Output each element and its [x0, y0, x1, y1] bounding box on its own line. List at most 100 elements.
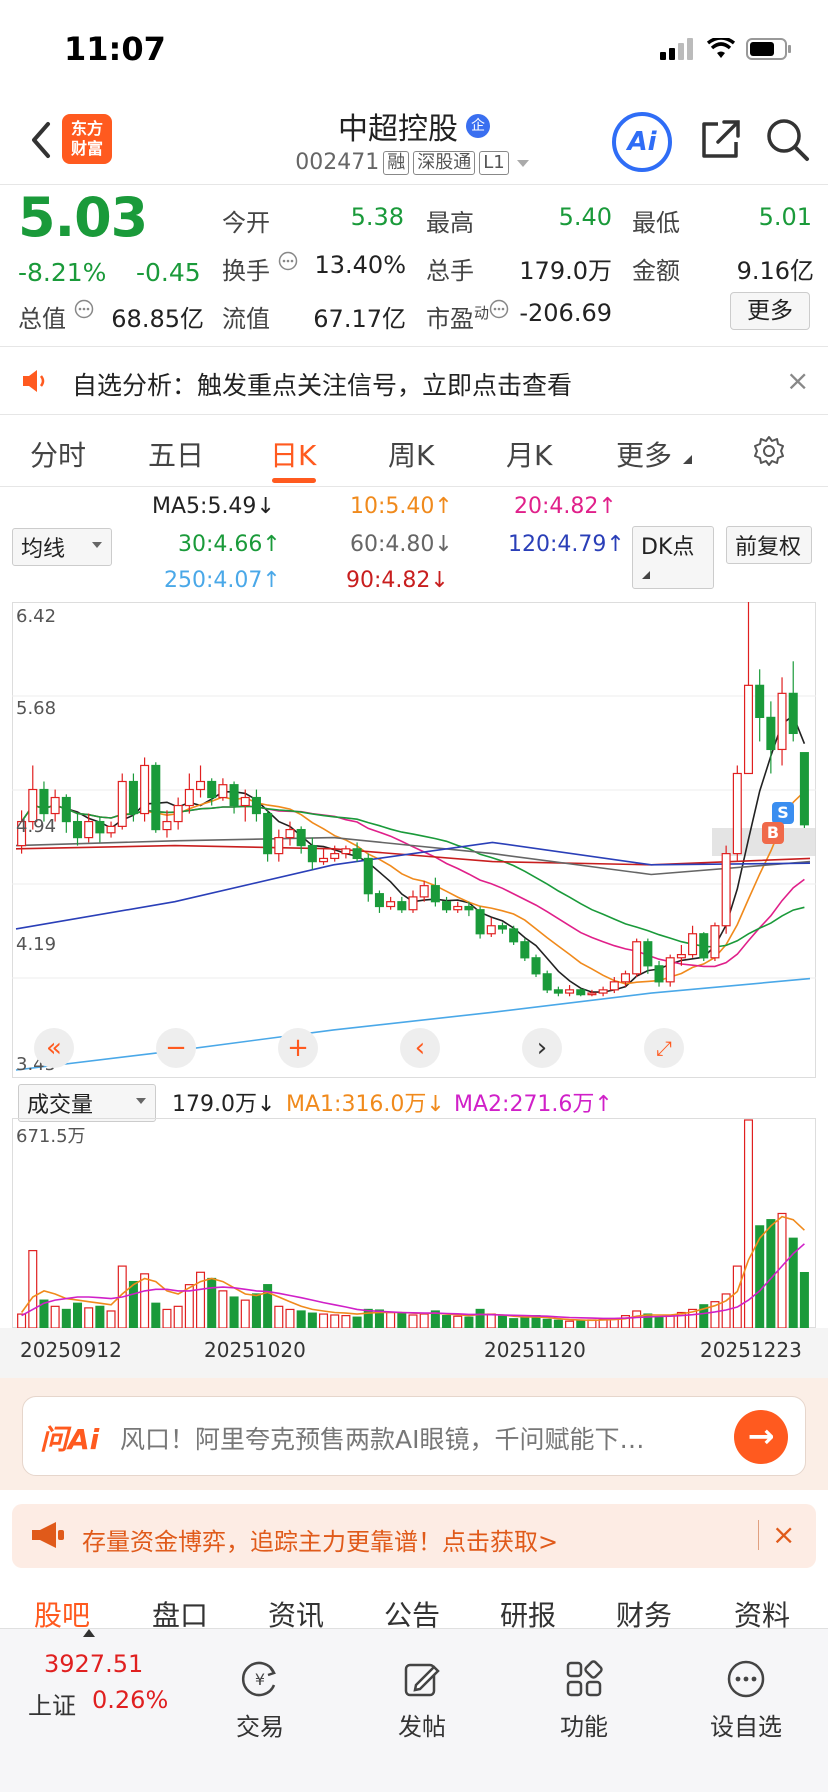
nav-post[interactable]: 发帖	[362, 1659, 482, 1742]
candle-body[interactable]	[609, 981, 619, 991]
sub-tab-orderbook[interactable]: 盘口	[152, 1594, 208, 1630]
candle-body[interactable]	[274, 836, 284, 855]
volume-bar[interactable]	[330, 1314, 340, 1328]
candle-body[interactable]	[643, 941, 653, 967]
volume-bar[interactable]	[240, 1299, 250, 1328]
candle-body[interactable]	[386, 901, 396, 908]
candle-body[interactable]	[464, 905, 474, 911]
scroll-right-icon[interactable]: ›	[522, 1028, 562, 1068]
volume-bar[interactable]	[654, 1316, 664, 1328]
candle-body[interactable]	[475, 909, 485, 935]
candle-body[interactable]	[576, 989, 586, 996]
candle-body[interactable]	[688, 933, 698, 956]
volume-bar[interactable]	[475, 1308, 485, 1328]
tab-monthly-k[interactable]: 月K	[506, 434, 552, 474]
candle-body[interactable]	[766, 716, 776, 751]
volume-bar[interactable]	[106, 1310, 116, 1328]
volume-bar[interactable]	[296, 1310, 306, 1328]
candle-body[interactable]	[565, 989, 575, 994]
candle-body[interactable]	[162, 820, 172, 831]
candle-body[interactable]	[553, 989, 563, 994]
candle-body[interactable]	[453, 905, 463, 911]
volume-bar[interactable]	[442, 1315, 452, 1328]
buy-signal-badge[interactable]: B	[762, 822, 784, 844]
candle-body[interactable]	[363, 857, 373, 895]
close-icon[interactable]: ×	[772, 1518, 795, 1551]
pe-label[interactable]: 市盈动	[426, 299, 509, 334]
candle-body[interactable]	[140, 764, 150, 815]
volume-bar[interactable]	[50, 1305, 60, 1328]
candle-body[interactable]	[442, 901, 452, 911]
candle-body[interactable]	[542, 973, 552, 991]
candle-body[interactable]	[307, 845, 317, 863]
candle-body[interactable]	[755, 684, 765, 718]
candle-body[interactable]	[95, 820, 105, 834]
candle-body[interactable]	[497, 925, 507, 930]
candle-body[interactable]	[229, 784, 239, 807]
nav-trade[interactable]: ¥ 交易	[200, 1659, 320, 1742]
sell-signal-badge[interactable]: S	[772, 802, 794, 824]
candle-body[interactable]	[587, 992, 597, 996]
candle-body[interactable]	[419, 885, 429, 898]
ai-headline[interactable]: 风口！阿里夸克预售两款AI眼镜，千问赋能下…	[120, 1420, 720, 1456]
volume-bar[interactable]	[520, 1316, 530, 1328]
candle-body[interactable]	[531, 957, 541, 975]
candle-body[interactable]	[397, 901, 407, 911]
tab-weekly-k[interactable]: 周K	[388, 434, 434, 474]
sub-tab-financials[interactable]: 财务	[616, 1594, 672, 1630]
tab-five-day[interactable]: 五日	[148, 434, 204, 474]
volume-bar[interactable]	[665, 1315, 675, 1328]
candle-body[interactable]	[486, 925, 496, 935]
adjust-button[interactable]: 前复权	[726, 526, 812, 564]
volume-bar[interactable]	[307, 1312, 317, 1328]
sub-tab-research[interactable]: 研报	[500, 1594, 556, 1630]
sub-tab-news[interactable]: 资讯	[268, 1594, 324, 1630]
candle-body[interactable]	[777, 692, 787, 751]
volume-bar[interactable]	[84, 1307, 94, 1328]
candle-body[interactable]	[218, 784, 228, 799]
candle-body[interactable]	[84, 820, 94, 839]
candle-body[interactable]	[509, 928, 519, 943]
volume-bar[interactable]	[397, 1312, 407, 1328]
zoom-out-icon[interactable]: −	[156, 1028, 196, 1068]
volume-bar[interactable]	[251, 1293, 261, 1328]
volume-bar[interactable]	[140, 1273, 150, 1328]
volume-bar[interactable]	[229, 1296, 239, 1328]
candle-body[interactable]	[151, 764, 161, 831]
volume-bar[interactable]	[799, 1271, 809, 1328]
volume-bar[interactable]	[777, 1212, 787, 1328]
volume-bar[interactable]	[285, 1308, 295, 1328]
candle-body[interactable]	[39, 788, 49, 815]
candle-body[interactable]	[676, 953, 686, 959]
volume-bar[interactable]	[553, 1319, 563, 1328]
candle-body[interactable]	[721, 853, 731, 927]
volume-bar[interactable]	[565, 1320, 575, 1328]
volume-bar[interactable]	[207, 1277, 217, 1328]
tab-daily-k[interactable]: 日K	[270, 434, 316, 474]
share-icon[interactable]	[698, 118, 742, 162]
more-button[interactable]: 更多	[730, 292, 810, 330]
volume-bar[interactable]	[173, 1305, 183, 1328]
volume-bar[interactable]	[72, 1302, 83, 1328]
candle-body[interactable]	[654, 965, 664, 983]
volume-bar[interactable]	[464, 1316, 474, 1328]
volume-bar[interactable]	[576, 1319, 586, 1328]
volume-bar[interactable]	[497, 1315, 507, 1328]
volume-bar[interactable]	[274, 1305, 284, 1328]
candle-body[interactable]	[665, 957, 675, 983]
volume-selector[interactable]: 成交量	[18, 1084, 156, 1122]
candle-body[interactable]	[743, 684, 754, 775]
candle-body[interactable]	[788, 692, 798, 735]
candle-body[interactable]	[699, 933, 709, 959]
notice-text[interactable]: 自选分析：触发重点关注信号，立即点击查看	[72, 366, 572, 402]
candle-body[interactable]	[296, 828, 306, 847]
candle-body[interactable]	[128, 780, 138, 815]
market-cap-label[interactable]: 总值	[18, 299, 94, 334]
candle-body[interactable]	[598, 989, 608, 994]
kline-chart[interactable]	[12, 602, 816, 1078]
settings-gear-icon[interactable]	[752, 434, 786, 468]
volume-bar[interactable]	[28, 1250, 38, 1328]
tab-more[interactable]: 更多	[616, 434, 693, 474]
volume-bar[interactable]	[453, 1315, 463, 1328]
arrow-right-icon[interactable]: →	[734, 1410, 788, 1464]
